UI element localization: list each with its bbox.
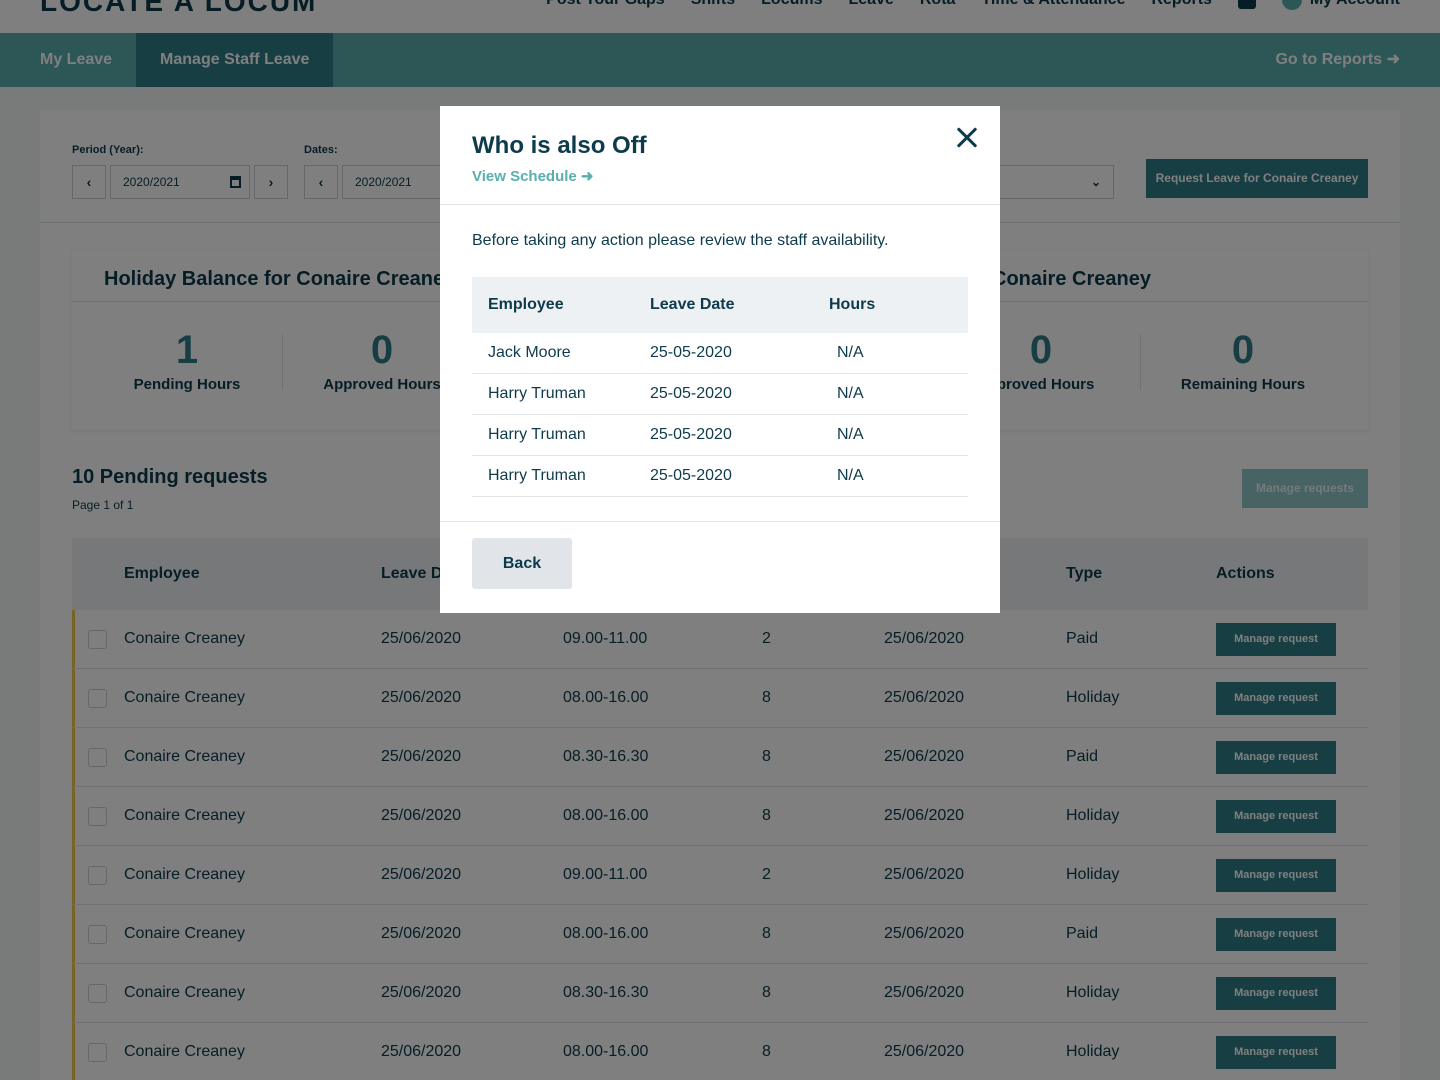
who-is-off-modal: Who is also Off View Schedule ➜ Before t… <box>440 106 1000 613</box>
staff-off-row: Jack Moore 25-05-2020 N/A <box>472 333 968 374</box>
staff-off-body: Jack Moore 25-05-2020 N/A Harry Truman 25-05… <box>472 333 968 497</box>
employee-cell: Harry Truman <box>488 426 586 443</box>
employee-cell: Harry Truman <box>488 467 586 484</box>
staff-off-row: Harry Truman 25-05-2020 N/A <box>472 415 968 456</box>
leave-date-cell: 25-05-2020 <box>650 426 732 443</box>
employee-cell: Jack Moore <box>488 344 571 361</box>
close-icon[interactable] <box>953 124 981 152</box>
modal-title: Who is also Off <box>472 132 647 159</box>
modal-footer-divider <box>440 521 1000 522</box>
col-leave-date: Leave Date <box>650 296 735 313</box>
back-button[interactable]: Back <box>472 538 572 589</box>
staff-off-row: Harry Truman 25-05-2020 N/A <box>472 374 968 415</box>
staff-off-table: Employee Leave Date Hours Jack Moore 25-0… <box>472 277 968 497</box>
hours-cell: N/A <box>837 344 864 361</box>
leave-date-cell: 25-05-2020 <box>650 344 732 361</box>
modal-intro-text: Before taking any action please review t… <box>472 232 889 249</box>
hours-cell: N/A <box>837 426 864 443</box>
col-hours: Hours <box>829 296 876 313</box>
staff-off-row: Harry Truman 25-05-2020 N/A <box>472 456 968 497</box>
modal-divider <box>440 204 1000 205</box>
staff-off-header: Employee Leave Date Hours <box>472 277 968 333</box>
employee-cell: Harry Truman <box>488 385 586 402</box>
view-schedule-link[interactable]: View Schedule ➜ <box>472 167 594 185</box>
col-employee: Employee <box>488 296 564 313</box>
hours-cell: N/A <box>837 467 864 484</box>
leave-date-cell: 25-05-2020 <box>650 467 732 484</box>
leave-date-cell: 25-05-2020 <box>650 385 732 402</box>
hours-cell: N/A <box>837 385 864 402</box>
